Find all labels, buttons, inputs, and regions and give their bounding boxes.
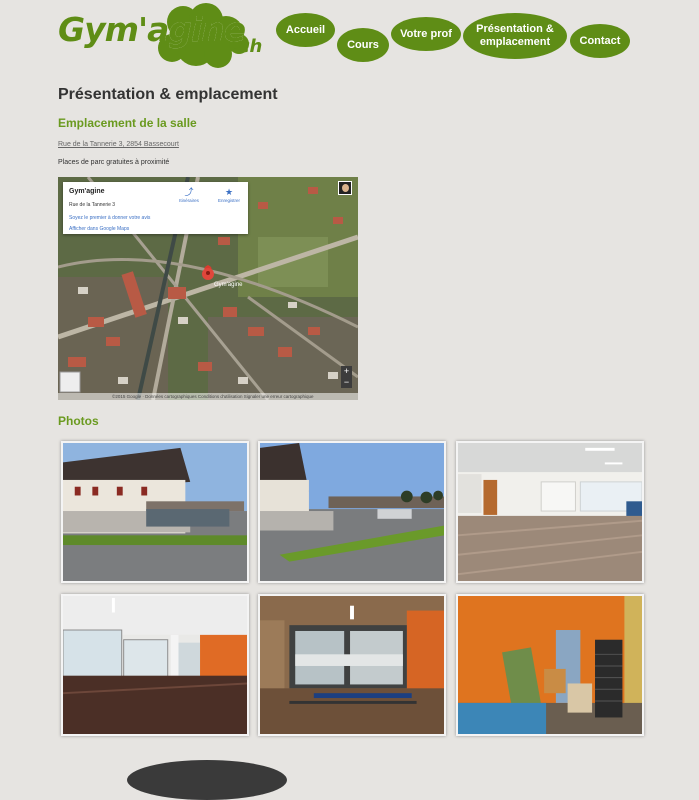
directions-button[interactable]: ⤴ Itinéraires [171, 186, 207, 203]
map-info-card: Gym'agine Rue de la Tannerie 3 Soyez le … [63, 182, 248, 234]
nav-presentation-label: Présentation & emplacement [476, 23, 554, 48]
page-title: Présentation & emplacement [58, 86, 278, 103]
photo-image [63, 596, 247, 734]
nav-cours[interactable]: Cours [337, 28, 389, 62]
photo-image [458, 596, 642, 734]
map-review-link[interactable]: Soyez le premier à donner votre avis [69, 215, 150, 221]
map-place-address: Rue de la Tannerie 3 [69, 202, 116, 208]
save-place-label: Enregistrer [217, 198, 240, 203]
map-place-name: Gym'agine [69, 188, 105, 195]
nav-contact-label: Contact [579, 34, 621, 47]
zoom-out-button[interactable]: − [341, 377, 352, 388]
avatar-icon [342, 184, 349, 192]
user-avatar[interactable] [338, 181, 352, 195]
photo-hall-windows[interactable] [61, 594, 249, 736]
photo-exterior-building[interactable] [61, 441, 249, 583]
save-place-button[interactable]: ★ Enregistrer [211, 186, 247, 203]
map-type-toggle[interactable] [60, 372, 80, 392]
parking-info: Places de parc gratuites à proximité [58, 159, 170, 166]
nav-accueil[interactable]: Accueil [276, 13, 335, 47]
nav-presentation[interactable]: Présentation & emplacement [463, 13, 567, 59]
photo-image [63, 443, 247, 581]
photo-image [260, 596, 444, 734]
nav-contact[interactable]: Contact [570, 24, 630, 58]
map-view-link[interactable]: Afficher dans Google Maps [69, 226, 129, 232]
map-footer: ©2015 Google · Données cartographiques C… [112, 394, 314, 399]
directions-label: Itinéraires [179, 198, 199, 203]
nav-votre-prof-label: Votre prof [400, 27, 452, 40]
footer-decoration [127, 760, 287, 800]
photo-image [458, 443, 642, 581]
zoom-in-button[interactable]: + [341, 366, 352, 377]
photo-hall-bright[interactable] [456, 441, 644, 583]
photo-exterior-parking[interactable] [258, 441, 446, 583]
map-marker-label: Gym'agine [214, 282, 243, 288]
directions-icon: ⤴ [184, 187, 194, 197]
photo-storage-room[interactable] [456, 594, 644, 736]
photo-entrance-doors[interactable] [258, 594, 446, 736]
photo-image [260, 443, 444, 581]
nav-accueil-label: Accueil [285, 23, 326, 36]
site-logo[interactable]: Gym'agine .ch [56, 2, 263, 74]
logo-text: Gym'agine [58, 10, 246, 49]
photos-heading: Photos [58, 414, 99, 428]
nav-cours-label: Cours [347, 38, 379, 51]
google-map[interactable]: Gym'agine Gym'agine Rue de la Tannerie 3… [58, 177, 358, 400]
star-icon: ★ [224, 187, 234, 197]
address-link[interactable]: Rue de la Tannerie 3, 2854 Bassecourt [58, 141, 179, 148]
location-heading: Emplacement de la salle [58, 116, 197, 130]
logo-suffix: .ch [232, 36, 263, 57]
nav-votre-prof[interactable]: Votre prof [391, 17, 461, 51]
